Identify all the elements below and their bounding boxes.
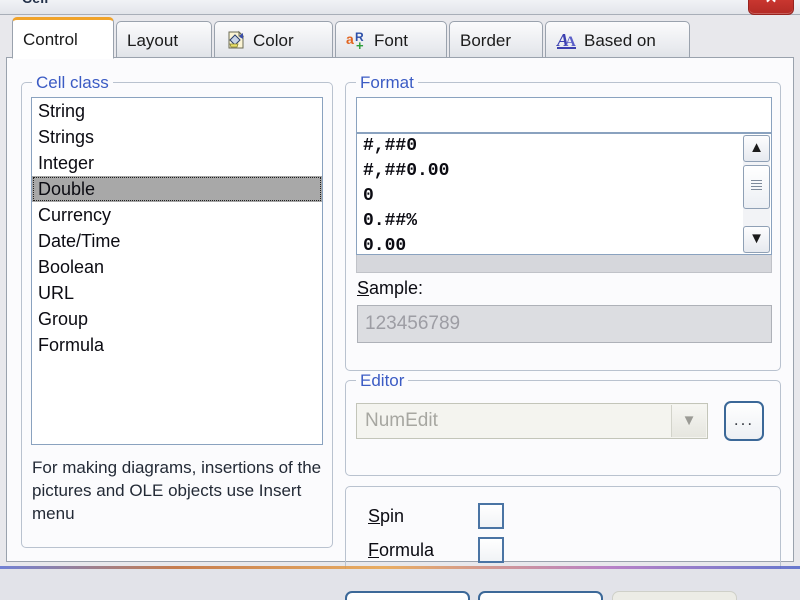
- editor-browse-button[interactable]: ...: [724, 401, 764, 441]
- tab-based-on-label: Based on: [584, 30, 656, 50]
- ok-button[interactable]: OK: [345, 591, 470, 600]
- close-button[interactable]: ✕: [748, 0, 794, 15]
- cancel-button[interactable]: Cancel: [478, 591, 603, 600]
- tab-strip: Control Layout Color a R + Font Border A…: [6, 16, 796, 59]
- list-item[interactable]: Formula: [32, 332, 322, 358]
- tab-border-label: Border: [460, 30, 512, 50]
- cell-class-group: Cell class String Strings Integer Double…: [21, 73, 333, 548]
- list-item[interactable]: Boolean: [32, 254, 322, 280]
- chevron-down-icon: ▼: [749, 230, 764, 247]
- svg-text:+: +: [356, 38, 364, 51]
- close-icon: ✕: [749, 0, 793, 6]
- formula-checkbox[interactable]: [478, 537, 504, 563]
- editor-combobox[interactable]: NumEdit ▼: [356, 403, 708, 439]
- sample-label: Sample:: [357, 278, 424, 298]
- format-listbox[interactable]: #,##0 #,##0.00 0 0.##% 0.00 ▲ ▼: [356, 133, 772, 255]
- tab-control[interactable]: Control: [12, 17, 114, 59]
- editor-combobox-value: NumEdit: [365, 410, 438, 431]
- format-group-title: Format: [356, 73, 418, 92]
- grip-icon: [751, 180, 762, 192]
- svg-text:a: a: [346, 31, 354, 47]
- formula-row: Formula: [368, 535, 504, 565]
- sample-value-field: 123456789: [357, 305, 772, 343]
- tab-font[interactable]: a R + Font: [335, 21, 447, 59]
- format-group: Format #,##0 #,##0.00 0 0.##% 0.00 ▲ ▼ S…: [345, 73, 781, 371]
- footer-bar: OK Cancel Help: [0, 569, 800, 600]
- tab-border[interactable]: Border: [449, 21, 543, 59]
- spin-label: Spin: [368, 505, 405, 526]
- tab-layout-label: Layout: [127, 30, 179, 50]
- title-bar: Cell: [0, 0, 800, 15]
- tab-color-label: Color: [253, 30, 294, 50]
- tab-layout[interactable]: Layout: [116, 21, 212, 59]
- list-item[interactable]: 0.##%: [357, 209, 771, 234]
- underlined-a-icon: A A: [556, 29, 578, 51]
- list-item[interactable]: URL: [32, 280, 322, 306]
- list-item[interactable]: Group: [32, 306, 322, 332]
- ellipsis-icon: ...: [733, 410, 755, 429]
- tab-color[interactable]: Color: [214, 21, 333, 59]
- help-button[interactable]: Help: [612, 591, 737, 600]
- formula-label: Formula: [368, 539, 435, 560]
- tab-page-control: Cell class String Strings Integer Double…: [6, 57, 794, 580]
- window-title: Cell: [22, 0, 48, 6]
- chevron-up-icon: ▲: [749, 139, 764, 156]
- scroll-up-button[interactable]: ▲: [743, 135, 770, 162]
- tab-control-label: Control: [23, 29, 78, 49]
- list-item[interactable]: #,##0.00: [357, 159, 771, 184]
- scrollbar-thumb[interactable]: [743, 165, 770, 209]
- list-item[interactable]: Date/Time: [32, 228, 322, 254]
- editor-combobox-dropdown-button[interactable]: ▼: [671, 405, 706, 437]
- list-item[interactable]: Integer: [32, 150, 322, 176]
- cell-class-hint-text: For making diagrams, insertions of the p…: [32, 458, 322, 523]
- format-input[interactable]: [356, 97, 772, 133]
- editor-group-title: Editor: [356, 371, 409, 390]
- paint-bucket-icon: [225, 29, 247, 51]
- cell-class-group-title: Cell class: [32, 73, 113, 92]
- editor-group: Editor NumEdit ▼ ...: [345, 371, 781, 476]
- tab-based-on[interactable]: A A Based on: [545, 21, 690, 59]
- cell-class-listbox[interactable]: String Strings Integer Double Currency D…: [31, 97, 323, 445]
- spin-checkbox[interactable]: [478, 503, 504, 529]
- spin-row: Spin: [368, 501, 504, 531]
- scroll-down-button[interactable]: ▼: [743, 226, 770, 253]
- list-item[interactable]: 0: [357, 184, 771, 209]
- chevron-down-icon: ▼: [681, 412, 697, 429]
- list-item[interactable]: 0.00: [357, 234, 771, 254]
- list-item[interactable]: Strings: [32, 124, 322, 150]
- list-item[interactable]: String: [32, 98, 322, 124]
- format-list-footer-strip: [356, 255, 772, 273]
- font-aya-icon: a R +: [346, 29, 368, 53]
- list-item[interactable]: Currency: [32, 202, 322, 228]
- list-item[interactable]: #,##0: [357, 134, 771, 159]
- list-item-selected[interactable]: Double: [32, 176, 322, 202]
- dialog-window: Cell ✕ Control Layout Color: [0, 0, 800, 600]
- tab-font-label: Font: [374, 30, 409, 50]
- format-list-scrollbar[interactable]: ▲ ▼: [743, 135, 770, 253]
